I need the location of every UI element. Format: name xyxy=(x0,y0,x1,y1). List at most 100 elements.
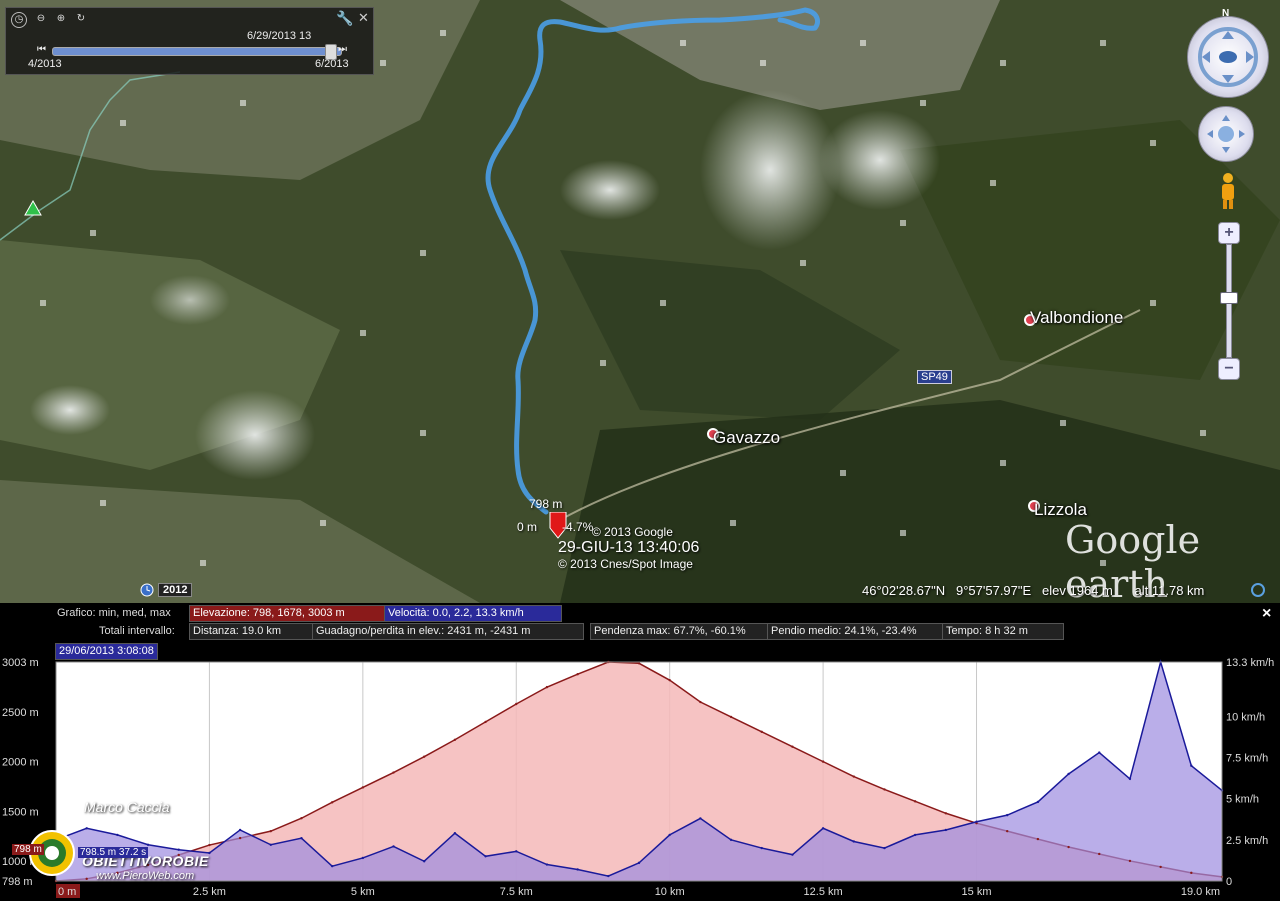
elevation-point xyxy=(668,678,671,682)
speed-point xyxy=(576,868,579,871)
speed-point xyxy=(760,846,763,850)
y-right-tick-label: 5 km/h xyxy=(1226,794,1259,806)
current-time-label: 6/29/2013 13 xyxy=(247,30,312,42)
x-tick-label: 15 km xyxy=(962,886,992,898)
map-credits: © 2013 Google 29-GIU-13 13:40:06 © 2013 … xyxy=(558,525,699,571)
elevation-point xyxy=(883,788,886,791)
speed-point xyxy=(146,843,150,846)
clock-icon xyxy=(140,583,154,597)
road-badge[interactable]: SP49 xyxy=(917,370,952,384)
elevation-point xyxy=(1098,852,1101,856)
speed-point xyxy=(238,828,242,832)
status-bar: 46°02'28.67"N 9°57'57.97"E elev 1964 m a… xyxy=(862,583,1204,598)
speed-point xyxy=(1036,800,1040,804)
zoom-slider[interactable]: + − xyxy=(1218,222,1240,380)
skip-forward-button[interactable]: ⏭ xyxy=(338,44,347,55)
speed-point xyxy=(1006,813,1009,817)
street-view-pegman-icon[interactable] xyxy=(1217,172,1239,210)
y-right-tick-label: 0 xyxy=(1226,876,1232,888)
zoom-in-time-icon[interactable]: ⊕ xyxy=(54,12,68,26)
speed-point xyxy=(1067,772,1070,776)
eye-icon xyxy=(1198,27,1258,87)
x-tick-label: 19.0 km xyxy=(1181,886,1220,898)
speed-point xyxy=(300,836,303,840)
speed-point xyxy=(668,833,671,837)
place-label-lizzola[interactable]: Lizzola xyxy=(1034,500,1087,520)
x-tick-label: 7.5 km xyxy=(500,886,533,898)
satellite-terrain xyxy=(0,0,1280,603)
speed-point xyxy=(269,843,272,846)
zoom-in-button[interactable]: + xyxy=(1218,222,1240,244)
speed-point xyxy=(330,864,334,868)
speed-point xyxy=(484,855,487,858)
author-signature: Marco Caccia xyxy=(84,799,170,815)
speed-point xyxy=(515,850,518,853)
elevation-point xyxy=(852,775,855,778)
time-slider-panel: ◷ ⊖ ⊕ ↻ 🔧 ✕ 6/29/2013 13 ⏮ ⏭ 4/2013 6/20… xyxy=(5,7,374,75)
clock-settings-icon[interactable]: ◷ xyxy=(11,12,27,28)
track-elevation-label: 798 m xyxy=(529,497,563,511)
elevation-point xyxy=(545,685,549,689)
elevation-point xyxy=(576,673,579,676)
speed-point xyxy=(944,828,948,832)
elevation-point xyxy=(699,700,702,704)
close-icon[interactable]: ✕ xyxy=(358,10,369,26)
status-elevation: elev 1964 m xyxy=(1042,583,1113,598)
elevation-point xyxy=(1036,837,1040,841)
speed-point xyxy=(116,833,119,837)
y-left-tick-label: 2000 m xyxy=(2,757,39,769)
x-tick-label: 10 km xyxy=(655,886,685,898)
elevation-point xyxy=(729,715,733,719)
y-left-tick-label: 798 m xyxy=(2,876,33,888)
map-view[interactable]: Valbondione Gavazzo Lizzola SP49 798 m 0… xyxy=(0,0,1280,603)
elevation-point xyxy=(484,720,487,724)
elevation-point xyxy=(1159,865,1162,869)
elevation-point xyxy=(85,877,88,881)
speed-point xyxy=(791,853,794,856)
loading-ring-icon xyxy=(1251,583,1265,597)
y-right-tick-label: 13.3 km/h xyxy=(1226,657,1274,669)
zoom-out-time-icon[interactable]: ⊖ xyxy=(34,12,48,26)
skip-back-button[interactable]: ⏮ xyxy=(37,44,46,55)
google-credit: © 2013 Google xyxy=(592,525,673,539)
time-end-label: 6/2013 xyxy=(315,58,349,70)
speed-point xyxy=(85,827,88,830)
speed-point xyxy=(1190,764,1193,767)
speed-point xyxy=(883,846,886,850)
status-longitude: 9°57'57.97"E xyxy=(955,583,1032,598)
wrench-icon[interactable]: 🔧 xyxy=(336,10,353,27)
speed-point xyxy=(545,863,549,866)
elevation-point xyxy=(1067,845,1070,849)
move-joystick[interactable] xyxy=(1198,106,1254,162)
speed-point xyxy=(392,845,395,848)
elevation-point xyxy=(300,817,303,820)
placemark-triangle-icon[interactable] xyxy=(24,200,42,216)
zoom-handle[interactable] xyxy=(1220,292,1238,304)
speed-point xyxy=(453,832,457,835)
animation-repeat-icon[interactable]: ↻ xyxy=(74,12,88,26)
place-label-valbondione[interactable]: Valbondione xyxy=(1030,308,1123,328)
elevation-point xyxy=(392,771,395,774)
status-eye-altitude: alt 11.78 km xyxy=(1134,583,1205,598)
elevation-point xyxy=(1006,829,1009,833)
speed-point xyxy=(1098,751,1101,754)
historical-imagery[interactable]: 2012 xyxy=(140,583,193,597)
place-label-gavazzo[interactable]: Gavazzo xyxy=(713,428,780,448)
time-slider-track[interactable] xyxy=(52,44,342,60)
y-right-tick-label: 10 km/h xyxy=(1226,711,1265,723)
speed-point xyxy=(699,817,702,820)
site-watermark: www.PieroWeb.com xyxy=(96,870,195,882)
speed-point xyxy=(177,848,180,851)
speed-point xyxy=(913,833,917,837)
y-right-tick-label: 7.5 km/h xyxy=(1226,753,1268,765)
x-tick-label: 0 m xyxy=(58,886,76,898)
y-left-tick-label: 1500 m xyxy=(2,806,39,818)
speed-point xyxy=(361,856,365,860)
imagery-credit: © 2013 Cnes/Spot Image xyxy=(558,557,693,571)
speed-point xyxy=(1128,777,1132,781)
elevation-profile-panel: Grafico: min, med, max Elevazione: 798, … xyxy=(0,603,1280,901)
y-left-tick-label: 3003 m xyxy=(2,657,39,669)
look-joystick[interactable] xyxy=(1187,16,1269,98)
elevation-point xyxy=(760,730,763,734)
zoom-out-button[interactable]: − xyxy=(1218,358,1240,380)
